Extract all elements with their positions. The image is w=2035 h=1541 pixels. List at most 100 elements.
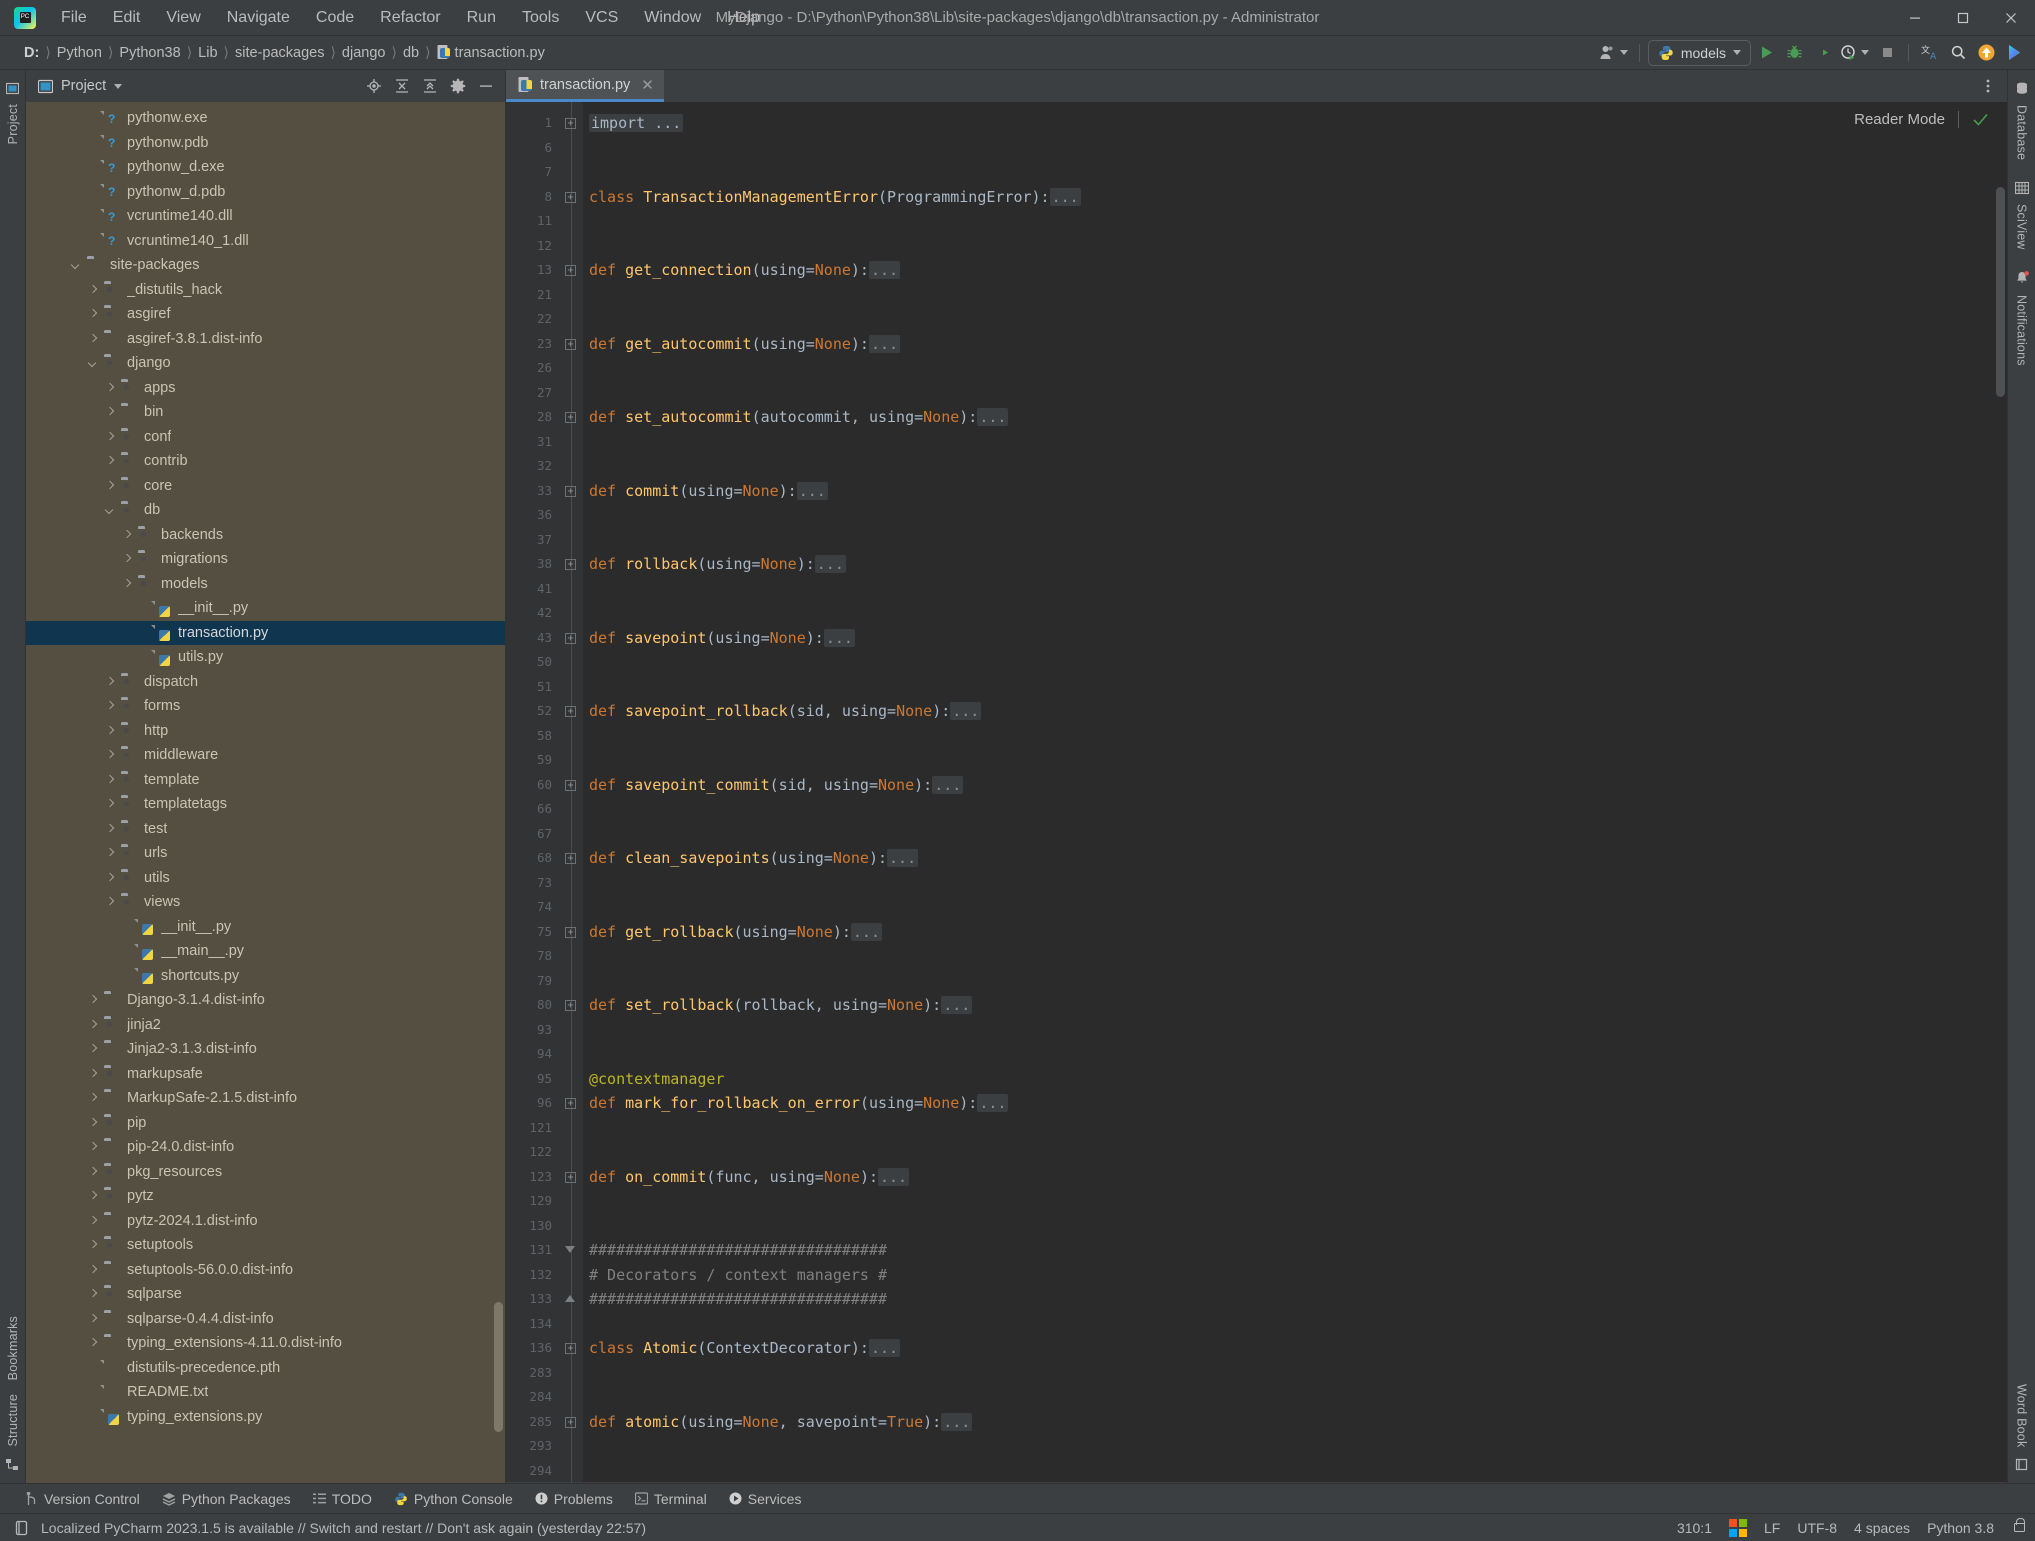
code-line[interactable]: #################################: [583, 1238, 1994, 1263]
tree-item[interactable]: django: [26, 351, 505, 376]
code-line[interactable]: [583, 577, 1994, 602]
code-line[interactable]: [583, 1214, 1994, 1239]
tree-item[interactable]: pythonw_d.pdb: [26, 180, 505, 205]
fold-expand-icon[interactable]: +: [565, 118, 576, 129]
tool-version-control[interactable]: Version Control: [14, 1488, 151, 1510]
file-encoding[interactable]: UTF-8: [1797, 1520, 1837, 1536]
collapse-all-button[interactable]: [417, 73, 443, 99]
tree-item[interactable]: db: [26, 498, 505, 523]
tree-item[interactable]: transaction.py: [26, 621, 505, 646]
chevron-right-icon[interactable]: [121, 577, 134, 590]
menu-navigate[interactable]: Navigate: [214, 5, 303, 31]
collapsed-body[interactable]: ...: [878, 1168, 909, 1186]
collapsed-body[interactable]: ...: [851, 923, 882, 941]
tree-item[interactable]: Jinja2-3.1.3.dist-info: [26, 1037, 505, 1062]
breadcrumb-file[interactable]: transaction.py: [433, 43, 549, 63]
tree-item[interactable]: __main__.py: [26, 939, 505, 964]
code-line[interactable]: [583, 944, 1994, 969]
code-line[interactable]: class TransactionManagementError(Program…: [583, 185, 1994, 210]
tool-python-packages[interactable]: Python Packages: [151, 1488, 302, 1510]
fold-expand-icon[interactable]: +: [565, 633, 576, 644]
tool-python-console[interactable]: Python Console: [383, 1488, 524, 1510]
breadcrumb-drive[interactable]: D:: [20, 43, 43, 63]
menu-refactor[interactable]: Refactor: [367, 5, 453, 31]
code-line[interactable]: def get_connection(using=None):...: [583, 258, 1994, 283]
collapsed-body[interactable]: ...: [932, 776, 963, 794]
chevron-right-icon[interactable]: [104, 406, 117, 419]
tree-item[interactable]: asgiref-3.8.1.dist-info: [26, 327, 505, 352]
code-line[interactable]: class Atomic(ContextDecorator):...: [583, 1336, 1994, 1361]
code-line[interactable]: [583, 1018, 1994, 1043]
chevron-right-icon[interactable]: [87, 1165, 100, 1178]
tree-item[interactable]: templatetags: [26, 792, 505, 817]
code-line[interactable]: import ...: [583, 111, 1994, 136]
code-line[interactable]: # Decorators / context managers #: [583, 1263, 1994, 1288]
menu-window[interactable]: Window: [631, 5, 714, 31]
menu-tools[interactable]: Tools: [509, 5, 572, 31]
sidebar-item-notifications[interactable]: Notifications: [2013, 288, 2031, 373]
tree-item[interactable]: vcruntime140.dll: [26, 204, 505, 229]
collapsed-body[interactable]: ...: [869, 335, 900, 353]
code-line[interactable]: @contextmanager: [583, 1067, 1994, 1092]
tree-item[interactable]: pip: [26, 1111, 505, 1136]
code-line[interactable]: [583, 822, 1994, 847]
chevron-right-icon[interactable]: [87, 1214, 100, 1227]
code-line[interactable]: [583, 1140, 1994, 1165]
account-button[interactable]: [1596, 40, 1631, 66]
more-options-button[interactable]: [1975, 73, 2001, 99]
chevron-right-icon[interactable]: [87, 1116, 100, 1129]
ai-assistant-button[interactable]: [2001, 40, 2027, 66]
tree-item[interactable]: urls: [26, 841, 505, 866]
fold-expand-icon[interactable]: +: [565, 780, 576, 791]
breadcrumb-lib[interactable]: Lib: [194, 43, 221, 63]
close-button[interactable]: [1987, 0, 2035, 36]
tree-item[interactable]: backends: [26, 523, 505, 548]
tree-item[interactable]: utils: [26, 866, 505, 891]
chevron-right-icon[interactable]: [104, 675, 117, 688]
chevron-right-icon[interactable]: [87, 1337, 100, 1350]
code-line[interactable]: [583, 1434, 1994, 1459]
code-line[interactable]: def set_autocommit(autocommit, using=Non…: [583, 405, 1994, 430]
editor-scrollbar-thumb[interactable]: [1996, 187, 2005, 397]
collapsed-body[interactable]: ...: [1050, 188, 1081, 206]
debug-button[interactable]: [1781, 40, 1807, 66]
chevron-down-icon[interactable]: [70, 259, 83, 272]
chevron-right-icon[interactable]: [87, 1092, 100, 1105]
tree-item[interactable]: pythonw.pdb: [26, 131, 505, 156]
code-line[interactable]: [583, 381, 1994, 406]
code-line[interactable]: [583, 969, 1994, 994]
tree-item[interactable]: forms: [26, 694, 505, 719]
code-line[interactable]: [583, 209, 1994, 234]
translate-button[interactable]: 文 A: [1917, 40, 1943, 66]
sidebar-item-sciview[interactable]: SciView: [2013, 197, 2031, 257]
sidebar-item-database[interactable]: Database: [2013, 98, 2031, 167]
fold-expand-icon[interactable]: +: [565, 927, 576, 938]
code-line[interactable]: [583, 601, 1994, 626]
project-tree-scrollbar[interactable]: [494, 1302, 503, 1432]
tree-item[interactable]: _distutils_hack: [26, 278, 505, 303]
chevron-right-icon[interactable]: [104, 430, 117, 443]
hide-panel-button[interactable]: [473, 73, 499, 99]
tree-item[interactable]: pkg_resources: [26, 1160, 505, 1185]
breadcrumb-django[interactable]: django: [338, 43, 390, 63]
tab-transaction-py[interactable]: transaction.py ✕: [506, 70, 664, 102]
sidebar-item-bookmarks[interactable]: Bookmarks: [4, 1309, 22, 1387]
code-line[interactable]: def get_autocommit(using=None):...: [583, 332, 1994, 357]
tree-item[interactable]: __init__.py: [26, 915, 505, 940]
run-with-coverage-button[interactable]: [1809, 40, 1835, 66]
chevron-right-icon[interactable]: [87, 1312, 100, 1325]
code-line[interactable]: [583, 234, 1994, 259]
python-interpreter[interactable]: Python 3.8: [1927, 1520, 1994, 1536]
code-line[interactable]: [583, 160, 1994, 185]
tool-problems[interactable]: Problems: [524, 1488, 624, 1510]
code-line[interactable]: [583, 136, 1994, 161]
code-line[interactable]: [583, 1361, 1994, 1386]
tree-item[interactable]: setuptools-56.0.0.dist-info: [26, 1258, 505, 1283]
tree-item[interactable]: site-packages: [26, 253, 505, 278]
chevron-down-icon[interactable]: [104, 504, 117, 517]
fold-expand-icon[interactable]: +: [565, 1172, 576, 1183]
chevron-right-icon[interactable]: [87, 283, 100, 296]
fold-expand-icon[interactable]: +: [565, 1343, 576, 1354]
chevron-right-icon[interactable]: [104, 724, 117, 737]
gear-icon[interactable]: [445, 73, 471, 99]
